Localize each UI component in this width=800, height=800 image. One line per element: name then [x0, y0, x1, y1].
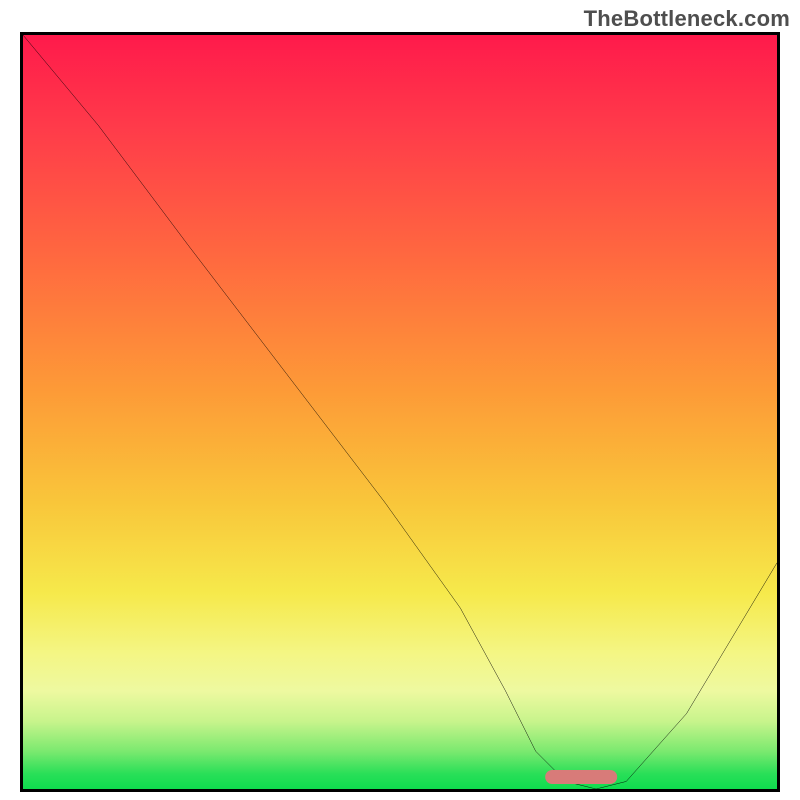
watermark-text: TheBottleneck.com	[584, 6, 790, 32]
chart-stage: TheBottleneck.com	[0, 0, 800, 800]
line-series	[23, 35, 777, 789]
plot-area	[20, 32, 780, 792]
curve-path	[23, 35, 777, 789]
optimum-marker	[545, 770, 617, 784]
